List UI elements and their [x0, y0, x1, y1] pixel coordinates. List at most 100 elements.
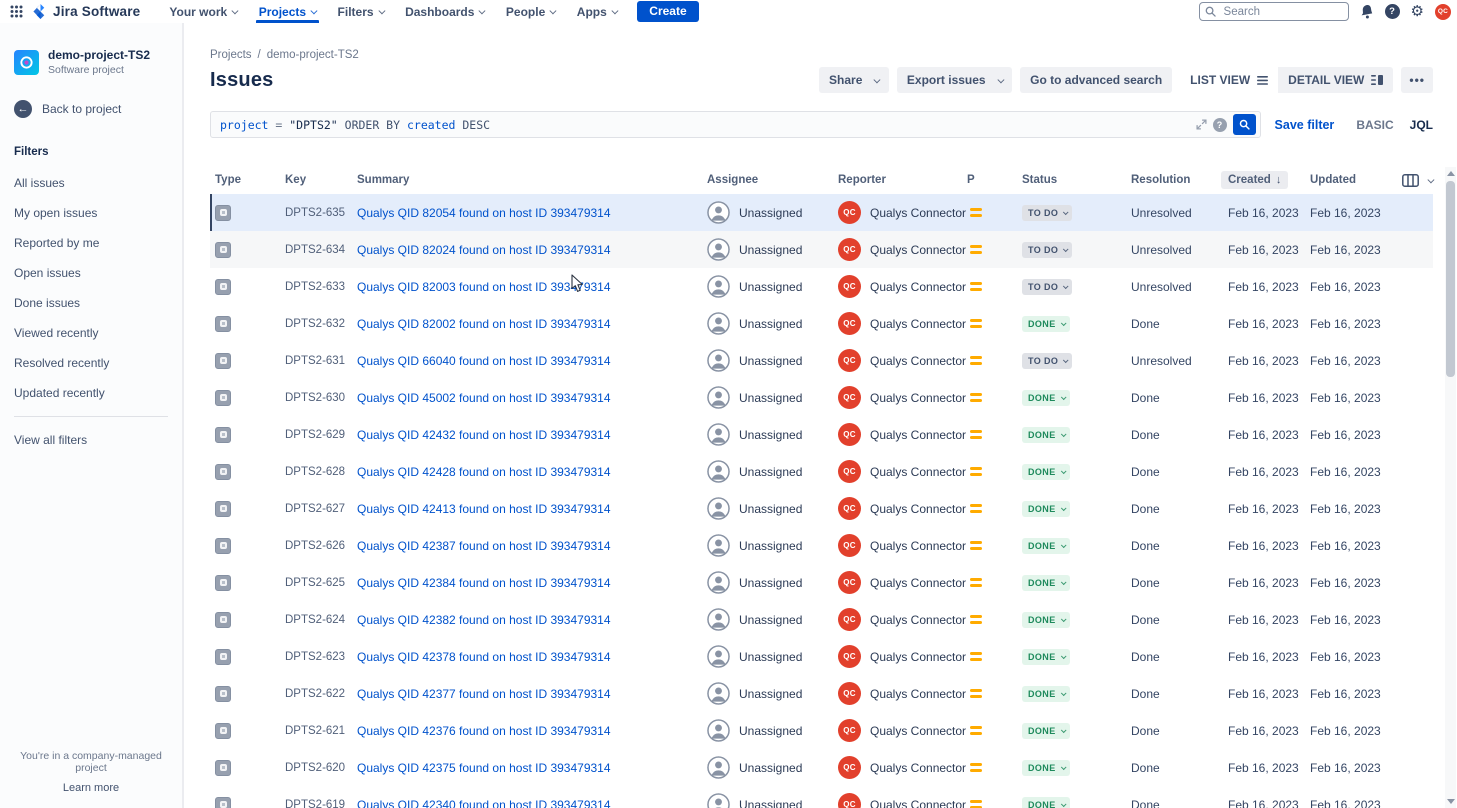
status-badge[interactable]: TO DO [1022, 279, 1072, 295]
detail-view-button[interactable]: DETAIL VIEW [1278, 67, 1393, 93]
table-row[interactable]: DPTS2-632 Qualys QID 82002 found on host… [210, 305, 1433, 342]
status-badge[interactable]: DONE [1022, 575, 1070, 591]
basic-mode-button[interactable]: BASIC [1356, 118, 1393, 132]
issue-summary-link[interactable]: Qualys QID 42377 found on host ID 393479… [357, 687, 611, 701]
export-issues-button[interactable]: Export issues [897, 67, 1012, 93]
configure-columns-button[interactable] [1402, 174, 1447, 187]
status-badge[interactable]: DONE [1022, 797, 1070, 808]
column-header-updated[interactable]: Updated [1310, 174, 1402, 186]
status-badge[interactable]: DONE [1022, 760, 1070, 776]
issue-summary-link[interactable]: Qualys QID 42382 found on host ID 393479… [357, 613, 611, 627]
status-badge[interactable]: DONE [1022, 649, 1070, 665]
issue-summary-link[interactable]: Qualys QID 82002 found on host ID 393479… [357, 317, 611, 331]
nav-apps[interactable]: Apps [566, 0, 628, 23]
table-row[interactable]: DPTS2-627 Qualys QID 42413 found on host… [210, 490, 1433, 527]
sidebar-item-reported-by-me[interactable]: Reported by me [0, 228, 182, 258]
issue-summary-link[interactable]: Qualys QID 42413 found on host ID 393479… [357, 502, 611, 516]
column-header-reporter[interactable]: Reporter [838, 174, 967, 186]
issue-summary-link[interactable]: Qualys QID 45002 found on host ID 393479… [357, 391, 611, 405]
status-badge[interactable]: DONE [1022, 316, 1070, 332]
vertical-scrollbar[interactable] [1445, 167, 1456, 808]
sidebar-item-resolved-recently[interactable]: Resolved recently [0, 348, 182, 378]
sidebar-item-updated-recently[interactable]: Updated recently [0, 378, 182, 408]
issue-summary-link[interactable]: Qualys QID 42432 found on host ID 393479… [357, 428, 611, 442]
column-header-key[interactable]: Key [285, 174, 357, 186]
settings-gear-icon[interactable]: ⚙ [1411, 4, 1424, 19]
jira-logo[interactable]: Jira Software [33, 4, 140, 19]
issue-summary-link[interactable]: Qualys QID 82003 found on host ID 393479… [357, 280, 611, 294]
user-avatar[interactable]: QC [1435, 4, 1451, 20]
table-row[interactable]: DPTS2-622 Qualys QID 42377 found on host… [210, 675, 1433, 712]
more-actions-button[interactable]: ••• [1401, 67, 1433, 93]
column-header-type[interactable]: Type [210, 174, 285, 186]
list-view-button[interactable]: LIST VIEW [1180, 67, 1278, 93]
status-badge[interactable]: DONE [1022, 538, 1070, 554]
sidebar-item-done-issues[interactable]: Done issues [0, 288, 182, 318]
status-badge[interactable]: DONE [1022, 612, 1070, 628]
search-input[interactable] [1199, 2, 1349, 21]
sidebar-item-open-issues[interactable]: Open issues [0, 258, 182, 288]
advanced-search-button[interactable]: Go to advanced search [1020, 67, 1172, 93]
jql-input[interactable]: project = "DPTS2" ORDER BY created DESC [220, 118, 1196, 132]
expand-editor-icon[interactable] [1196, 119, 1207, 130]
sidebar-item-my-open-issues[interactable]: My open issues [0, 198, 182, 228]
status-badge[interactable]: DONE [1022, 464, 1070, 480]
table-row[interactable]: DPTS2-634 Qualys QID 82024 found on host… [210, 231, 1433, 268]
status-badge[interactable]: DONE [1022, 501, 1070, 517]
notifications-bell-icon[interactable] [1360, 4, 1374, 19]
back-to-project[interactable]: ← Back to project [0, 100, 182, 118]
table-row[interactable]: DPTS2-625 Qualys QID 42384 found on host… [210, 564, 1433, 601]
column-header-priority[interactable]: P [967, 174, 1022, 186]
breadcrumb-projects-link[interactable]: Projects [210, 49, 252, 61]
table-row[interactable]: DPTS2-626 Qualys QID 42387 found on host… [210, 527, 1433, 564]
issue-summary-link[interactable]: Qualys QID 42428 found on host ID 393479… [357, 465, 611, 479]
nav-projects[interactable]: Projects [248, 0, 327, 23]
app-switcher-icon[interactable] [10, 5, 23, 18]
nav-people[interactable]: People [495, 0, 566, 23]
nav-dashboards[interactable]: Dashboards [394, 0, 495, 23]
table-row[interactable]: DPTS2-635 Qualys QID 82054 found on host… [210, 194, 1433, 231]
issue-summary-link[interactable]: Qualys QID 42376 found on host ID 393479… [357, 724, 611, 738]
issue-summary-link[interactable]: Qualys QID 66040 found on host ID 393479… [357, 354, 611, 368]
column-header-status[interactable]: Status [1022, 174, 1131, 186]
scroll-down-arrow[interactable] [1447, 799, 1455, 804]
column-header-created[interactable]: Created↓ [1228, 171, 1310, 189]
table-row[interactable]: DPTS2-620 Qualys QID 42375 found on host… [210, 749, 1433, 786]
scrollbar-thumb[interactable] [1446, 181, 1455, 377]
issue-summary-link[interactable]: Qualys QID 42387 found on host ID 393479… [357, 539, 611, 553]
sidebar-item-viewed-recently[interactable]: Viewed recently [0, 318, 182, 348]
create-button[interactable]: Create [637, 1, 698, 22]
scroll-up-arrow[interactable] [1447, 171, 1455, 176]
table-row[interactable]: DPTS2-630 Qualys QID 45002 found on host… [210, 379, 1433, 416]
learn-more-link[interactable]: Learn more [63, 782, 119, 794]
status-badge[interactable]: TO DO [1022, 242, 1072, 258]
table-row[interactable]: DPTS2-619 Qualys QID 42340 found on host… [210, 786, 1433, 808]
help-icon[interactable]: ? [1385, 4, 1400, 19]
column-header-assignee[interactable]: Assignee [707, 174, 838, 186]
status-badge[interactable]: TO DO [1022, 353, 1072, 369]
table-row[interactable]: DPTS2-631 Qualys QID 66040 found on host… [210, 342, 1433, 379]
column-header-resolution[interactable]: Resolution [1131, 174, 1228, 186]
column-header-summary[interactable]: Summary [357, 174, 707, 186]
breadcrumb-project-link[interactable]: demo-project-TS2 [267, 49, 359, 61]
status-badge[interactable]: DONE [1022, 723, 1070, 739]
table-row[interactable]: DPTS2-629 Qualys QID 42432 found on host… [210, 416, 1433, 453]
status-badge[interactable]: TO DO [1022, 205, 1072, 221]
issue-summary-link[interactable]: Qualys QID 42378 found on host ID 393479… [357, 650, 611, 664]
view-all-filters-link[interactable]: View all filters [0, 425, 182, 455]
table-row[interactable]: DPTS2-624 Qualys QID 42382 found on host… [210, 601, 1433, 638]
nav-your-work[interactable]: Your work [158, 0, 247, 23]
table-row[interactable]: DPTS2-633 Qualys QID 82003 found on host… [210, 268, 1433, 305]
table-row[interactable]: DPTS2-628 Qualys QID 42428 found on host… [210, 453, 1433, 490]
jql-search-button[interactable] [1233, 114, 1256, 135]
status-badge[interactable]: DONE [1022, 427, 1070, 443]
jql-mode-button[interactable]: JQL [1410, 118, 1433, 132]
issue-summary-link[interactable]: Qualys QID 82024 found on host ID 393479… [357, 243, 611, 257]
issue-summary-link[interactable]: Qualys QID 42340 found on host ID 393479… [357, 798, 611, 808]
table-row[interactable]: DPTS2-623 Qualys QID 42378 found on host… [210, 638, 1433, 675]
share-button[interactable]: Share [819, 67, 889, 93]
syntax-help-icon[interactable]: ? [1213, 118, 1227, 132]
issue-summary-link[interactable]: Qualys QID 42384 found on host ID 393479… [357, 576, 611, 590]
table-row[interactable]: DPTS2-621 Qualys QID 42376 found on host… [210, 712, 1433, 749]
issue-summary-link[interactable]: Qualys QID 42375 found on host ID 393479… [357, 761, 611, 775]
